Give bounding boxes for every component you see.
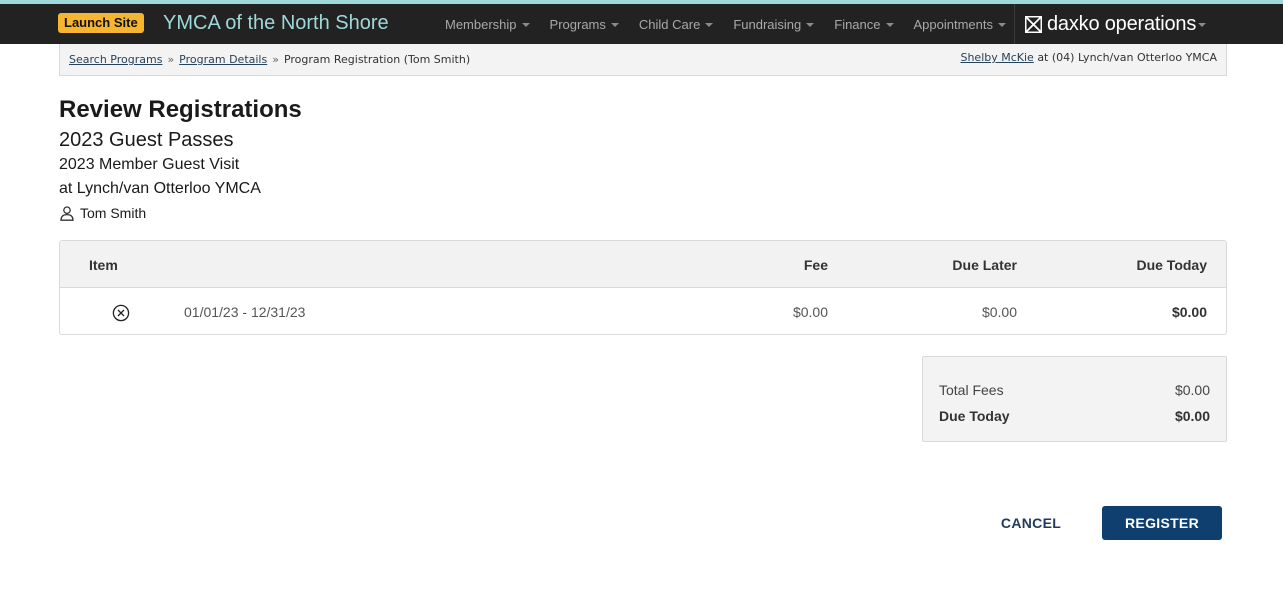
user-name-link[interactable]: Shelby McKie bbox=[960, 51, 1033, 64]
user-location: at (04) Lynch/van Otterloo YMCA bbox=[1037, 51, 1217, 64]
chevron-down-icon bbox=[610, 22, 619, 27]
breadcrumb-current: Program Registration (Tom Smith) bbox=[283, 53, 471, 66]
registrations-table: Item Fee Due Later Due Today 01/01/23 - … bbox=[59, 240, 1227, 335]
daxko-logo-icon bbox=[1025, 15, 1042, 33]
column-header-due-later: Due Later bbox=[952, 257, 1017, 273]
item-fee: $0.00 bbox=[792, 304, 828, 320]
top-nav-bar: Launch Site YMCA of the North Shore Memb… bbox=[0, 0, 1283, 44]
total-fees-label: Total Fees bbox=[939, 382, 1004, 398]
totals-summary: Total Fees $0.00 Due Today $0.00 bbox=[922, 356, 1227, 442]
brand-text: daxko operations bbox=[1047, 12, 1197, 35]
daxko-brand-menu[interactable]: daxko operations bbox=[1014, 4, 1226, 44]
total-fees-value: $0.00 bbox=[1174, 382, 1210, 398]
cancel-button[interactable]: CANCEL bbox=[986, 507, 1076, 539]
nav-child-care[interactable]: Child Care bbox=[639, 17, 714, 32]
nav-programs[interactable]: Programs bbox=[550, 17, 619, 32]
page-title: Review Registrations bbox=[59, 96, 302, 123]
breadcrumb-program-details[interactable]: Program Details bbox=[179, 53, 267, 66]
item-due-today: $0.00 bbox=[1171, 304, 1207, 320]
main-nav: Membership Programs Child Care Fundraisi… bbox=[445, 4, 1026, 44]
offering-name: 2023 Member Guest Visit bbox=[59, 156, 240, 173]
table-header: Item Fee Due Later Due Today bbox=[60, 241, 1226, 288]
person-icon bbox=[60, 205, 74, 221]
nav-fundraising[interactable]: Fundraising bbox=[733, 17, 815, 32]
breadcrumb-search-programs[interactable]: Search Programs bbox=[69, 53, 162, 66]
chevron-down-icon bbox=[521, 22, 530, 27]
current-user-info: Shelby McKie at (04) Lynch/van Otterloo … bbox=[960, 51, 1217, 64]
breadcrumb-bar: Search Programs » Program Details » Prog… bbox=[59, 44, 1227, 76]
chevron-down-icon bbox=[1198, 22, 1207, 27]
nav-appointments[interactable]: Appointments bbox=[914, 17, 1006, 32]
breadcrumb-separator: » bbox=[167, 53, 175, 66]
due-today-value: $0.00 bbox=[1174, 408, 1210, 424]
register-button[interactable]: REGISTER bbox=[1102, 506, 1222, 540]
chevron-down-icon bbox=[705, 22, 714, 27]
nav-finance[interactable]: Finance bbox=[834, 17, 894, 32]
chevron-down-icon bbox=[885, 22, 894, 27]
launch-site-button[interactable]: Launch Site bbox=[58, 13, 144, 33]
item-dates: 01/01/23 - 12/31/23 bbox=[184, 304, 306, 320]
chevron-down-icon bbox=[806, 22, 815, 27]
breadcrumb: Search Programs » Program Details » Prog… bbox=[69, 53, 470, 66]
program-location: at Lynch/van Otterloo YMCA bbox=[59, 180, 261, 197]
remove-item-icon[interactable] bbox=[112, 304, 130, 322]
table-row: 01/01/23 - 12/31/23 $0.00 $0.00 $0.00 bbox=[60, 288, 1226, 334]
nav-membership[interactable]: Membership bbox=[445, 17, 530, 32]
item-due-later: $0.00 bbox=[981, 304, 1017, 320]
chevron-down-icon bbox=[998, 22, 1006, 27]
breadcrumb-separator: » bbox=[272, 53, 279, 66]
column-header-item: Item bbox=[89, 257, 118, 273]
registrant: Tom Smith bbox=[60, 205, 146, 221]
program-name: 2023 Guest Passes bbox=[59, 129, 234, 151]
total-fees-row: Total Fees $0.00 bbox=[939, 382, 1210, 398]
due-today-row: Due Today $0.00 bbox=[939, 408, 1210, 424]
registrant-name: Tom Smith bbox=[80, 205, 147, 221]
site-title[interactable]: YMCA of the North Shore bbox=[163, 9, 389, 37]
due-today-label: Due Today bbox=[939, 408, 1010, 424]
column-header-due-today: Due Today bbox=[1136, 257, 1207, 273]
column-header-fee: Fee bbox=[803, 257, 828, 273]
